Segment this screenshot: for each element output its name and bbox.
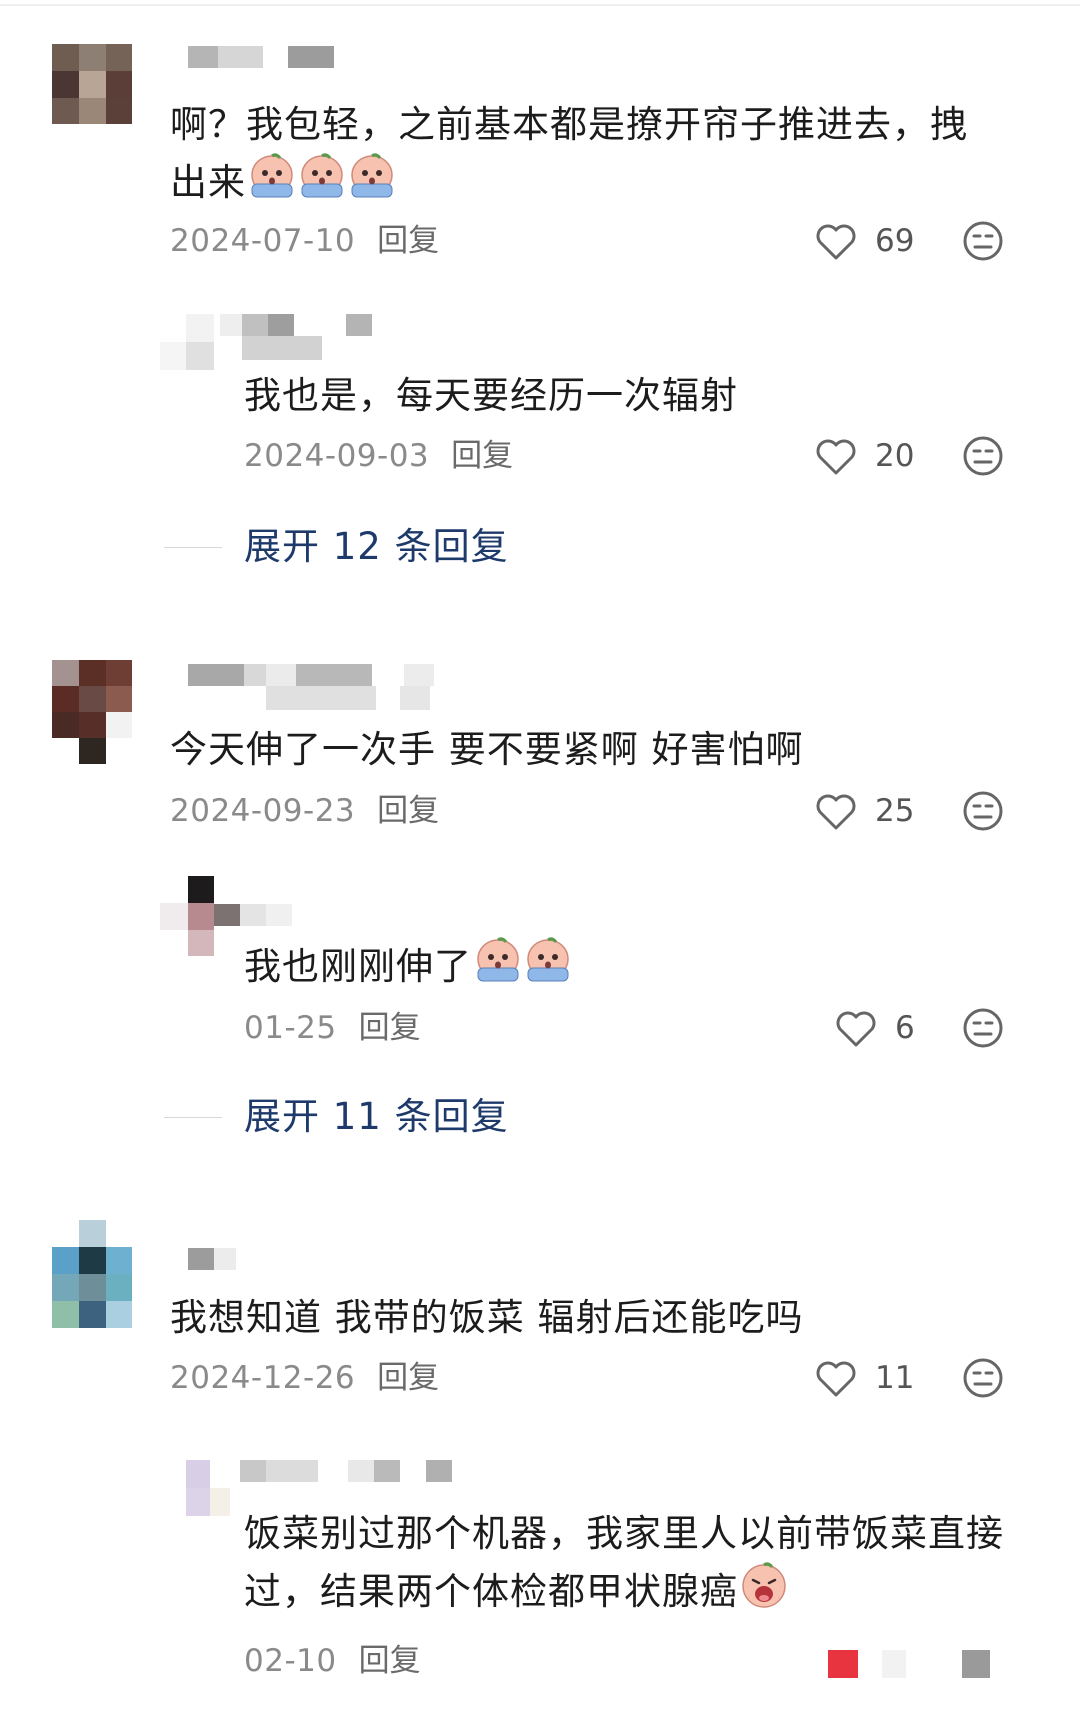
reply-meta: 01-25 回复 <box>244 1008 421 1048</box>
username-shadow <box>266 686 376 710</box>
username[interactable] <box>188 1248 248 1270</box>
comment-date: 2024-07-10 <box>170 223 356 259</box>
comment-date: 2024-09-23 <box>170 793 356 829</box>
crying-emoji-icon <box>474 937 574 1001</box>
reply-username[interactable] <box>214 904 304 926</box>
crying-emoji-icon <box>248 153 398 217</box>
expand-label: 展开 11 条回复 <box>244 1095 509 1138</box>
expand-divider <box>164 547 222 548</box>
reply-text: 我也刚刚伸了 <box>244 937 1004 1001</box>
like-count: 11 <box>875 1360 915 1396</box>
expand-replies-button[interactable]: 展开 11 条回复 <box>164 1092 509 1142</box>
expand-replies-button[interactable]: 展开 12 条回复 <box>164 522 509 572</box>
comment-3: 我想知道 我带的饭菜 辐射后还能吃吗 2024-12-26 回复 11 饭菜别过那… <box>0 0 1080 1679</box>
username[interactable] <box>188 46 348 68</box>
reply-date: 2024-09-03 <box>244 438 430 474</box>
reply-button[interactable]: 回复 <box>377 223 439 259</box>
like-count <box>882 1650 906 1678</box>
reply-text: 我也是，每天要经历一次辐射 <box>244 374 738 417</box>
neutral-face-icon <box>963 791 1003 831</box>
heart-outline-icon <box>816 439 856 475</box>
dislike-button[interactable] <box>962 1650 990 1678</box>
like-count: 25 <box>875 793 915 829</box>
dislike-button[interactable] <box>962 790 1004 832</box>
comment-date: 2024-12-26 <box>170 1360 356 1396</box>
neutral-face-icon <box>963 1008 1003 1048</box>
screaming-emoji-icon <box>740 1562 788 1626</box>
comment-text: 啊？我包轻，之前基本都是撩开帘子推进去，拽出来 <box>170 97 1000 217</box>
reply-username[interactable] <box>240 1460 460 1482</box>
neutral-face-icon <box>963 436 1003 476</box>
reply-button[interactable]: 回复 <box>377 1360 439 1396</box>
neutral-face-icon <box>963 221 1003 261</box>
reply-avatar[interactable] <box>160 314 220 370</box>
neutral-face-icon <box>963 1358 1003 1398</box>
like-button[interactable]: 11 <box>815 1358 935 1398</box>
username[interactable] <box>188 664 488 686</box>
reply-date: 01-25 <box>244 1010 337 1046</box>
dislike-button[interactable] <box>962 1357 1004 1399</box>
comment-meta: 2024-09-23 回复 <box>170 791 439 831</box>
heart-outline-icon <box>816 224 856 260</box>
reply-meta: 02-10 回复 <box>244 1641 421 1681</box>
dislike-button[interactable] <box>962 435 1004 477</box>
avatar[interactable] <box>52 1220 132 1328</box>
reply-username[interactable] <box>220 314 390 336</box>
heart-outline-icon <box>816 1361 856 1397</box>
comment-text: 我想知道 我带的饭菜 辐射后还能吃吗 <box>170 1296 804 1339</box>
comment-meta: 2024-07-10 回复 <box>170 221 439 261</box>
reply-avatar[interactable] <box>174 1460 230 1516</box>
reply-button[interactable]: 回复 <box>359 1643 421 1679</box>
like-button[interactable]: 25 <box>815 791 935 831</box>
comment-1: 啊？我包轻，之前基本都是撩开帘子推进去，拽出来 2024-07-10 回复 69… <box>0 0 1080 568</box>
heart-outline-icon <box>816 794 856 830</box>
like-button[interactable]: 69 <box>815 221 935 261</box>
dislike-button[interactable] <box>962 1007 1004 1049</box>
like-button[interactable]: 20 <box>815 436 935 476</box>
expand-label: 展开 12 条回复 <box>244 525 509 568</box>
like-button[interactable]: 6 <box>835 1008 935 1048</box>
expand-divider <box>164 1117 222 1118</box>
avatar[interactable] <box>52 44 132 124</box>
like-count: 20 <box>875 438 915 474</box>
reply-username-shadow <box>242 336 322 360</box>
heart-outline-icon <box>836 1011 876 1047</box>
dislike-button[interactable] <box>962 220 1004 262</box>
reply-meta: 2024-09-03 回复 <box>244 436 513 476</box>
avatar[interactable] <box>52 660 132 764</box>
reply-date: 02-10 <box>244 1643 337 1679</box>
reply-text: 饭菜别过那个机器，我家里人以前带饭菜直接过，结果两个体检都甲状腺癌 <box>244 1506 1004 1626</box>
reply-avatar[interactable] <box>160 876 216 956</box>
comment-text: 今天伸了一次手 要不要紧啊 好害怕啊 <box>170 728 804 771</box>
like-button[interactable] <box>828 1650 858 1678</box>
username-shadow <box>400 686 430 710</box>
like-count: 69 <box>875 223 915 259</box>
reply-button[interactable]: 回复 <box>359 1010 421 1046</box>
reply-button[interactable]: 回复 <box>451 438 513 474</box>
reply-button[interactable]: 回复 <box>377 793 439 829</box>
like-count: 6 <box>895 1010 915 1046</box>
comment-meta: 2024-12-26 回复 <box>170 1358 439 1398</box>
